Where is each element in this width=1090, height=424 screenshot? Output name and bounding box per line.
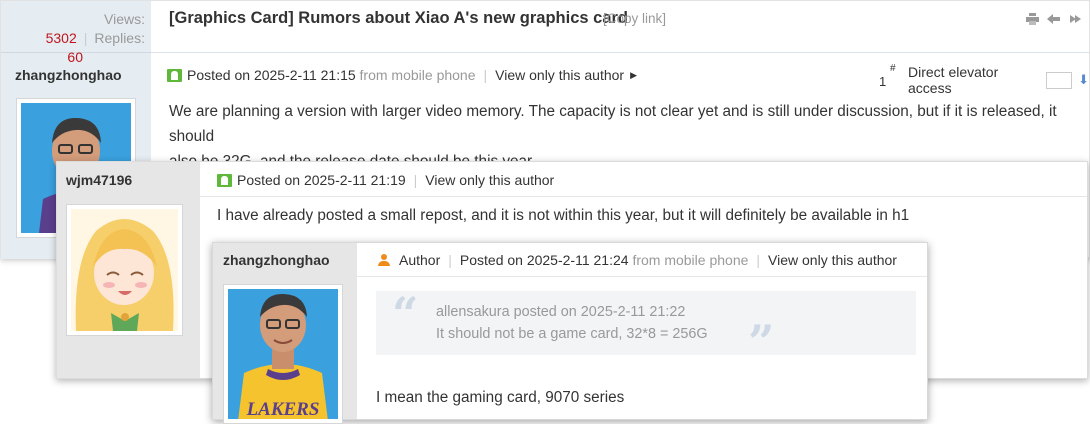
thread-stats: Views: 5302 | Replies: 60 bbox=[1, 1, 151, 65]
view-only-author-link[interactable]: View only this author bbox=[495, 67, 624, 83]
replies-count: 60 bbox=[67, 49, 83, 65]
post-panel-3: zhangzhonghao LAKERS Author | Posted on … bbox=[212, 242, 928, 424]
print-icon[interactable] bbox=[1026, 13, 1039, 25]
post-time: Posted on 2025-2-11 21:15 bbox=[187, 67, 356, 83]
down-arrow-icon[interactable]: ⬇ bbox=[1078, 72, 1089, 88]
post-line: We are planning a version with larger vi… bbox=[169, 103, 1057, 145]
author-icon bbox=[378, 254, 390, 266]
post-body: I have already posted a small repost, an… bbox=[217, 207, 910, 224]
views-label: Views: bbox=[104, 11, 145, 27]
author-name[interactable]: zhangzhonghao bbox=[15, 67, 122, 83]
replies-label: Replies: bbox=[94, 30, 145, 46]
post-time: Posted on 2025-2-11 21:19 bbox=[237, 172, 406, 188]
post-source: from mobile phone bbox=[632, 252, 749, 268]
post-body: I mean the gaming card, 9070 series bbox=[376, 389, 625, 406]
quote-text: It should not be a game card, 32*8 = 256… bbox=[436, 326, 708, 342]
quote-open-icon: “ bbox=[392, 287, 419, 341]
jersey-text: LAKERS bbox=[246, 399, 320, 419]
post-time: Posted on 2025-2-11 21:24 bbox=[459, 252, 629, 268]
divider bbox=[200, 196, 1087, 197]
post-meta: Author | Posted on 2025-2-11 21:24 from … bbox=[378, 252, 897, 268]
copy-link[interactable]: [Copy link] bbox=[603, 11, 666, 26]
online-status-icon bbox=[167, 68, 182, 82]
avatar[interactable]: LAKERS bbox=[223, 284, 343, 424]
chevron-right-icon[interactable]: ▶ bbox=[630, 70, 637, 81]
quote-close-icon: ” bbox=[748, 315, 775, 369]
view-only-author-link[interactable]: View only this author bbox=[768, 252, 897, 268]
back-icon[interactable] bbox=[1047, 13, 1060, 25]
author-name[interactable]: wjm47196 bbox=[66, 172, 132, 188]
quote-header: allensakura posted on 2025-2-11 21:22 bbox=[436, 304, 686, 320]
thread-title[interactable]: [Graphics Card] Rumors about Xiao A's ne… bbox=[169, 9, 628, 28]
author-name[interactable]: zhangzhonghao bbox=[223, 252, 330, 268]
author-badge: Author bbox=[399, 252, 441, 268]
avatar[interactable] bbox=[66, 204, 183, 336]
post-meta: Posted on 2025-2-11 21:15 from mobile ph… bbox=[167, 67, 637, 83]
quote-block: “ allensakura posted on 2025-2-11 21:22 … bbox=[376, 287, 916, 365]
post-meta: Posted on 2025-2-11 21:19 | View only th… bbox=[217, 172, 554, 188]
online-status-icon bbox=[217, 173, 232, 187]
header-actions bbox=[1026, 13, 1081, 25]
elevator-label: Direct elevator access bbox=[908, 64, 999, 96]
elevator: Direct elevator access ⬇ bbox=[908, 64, 1089, 96]
view-only-author-link[interactable]: View only this author bbox=[425, 172, 554, 188]
post-source: from mobile phone bbox=[359, 67, 476, 83]
divider bbox=[357, 276, 927, 277]
views-count: 5302 bbox=[45, 30, 77, 46]
more-icon[interactable] bbox=[1068, 13, 1081, 25]
elevator-input[interactable] bbox=[1045, 71, 1073, 89]
